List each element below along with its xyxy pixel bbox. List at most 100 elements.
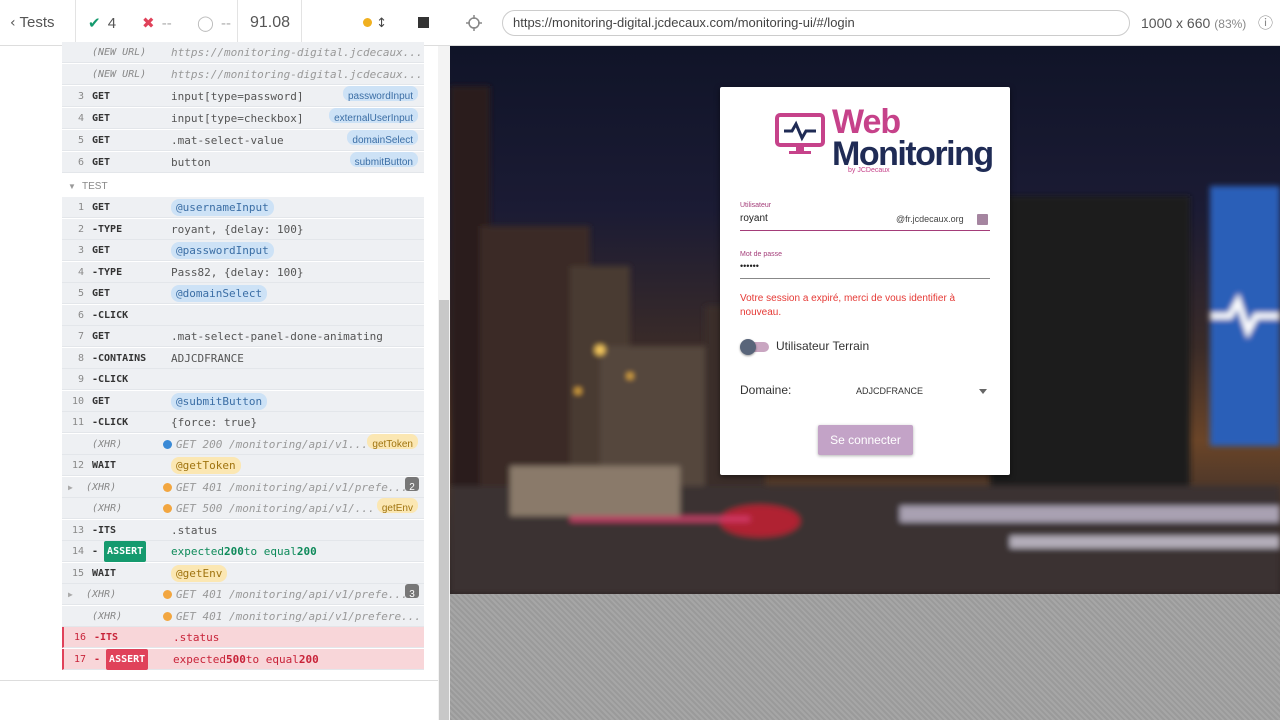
username-value: royant [740, 213, 768, 224]
command-row[interactable]: 3 GET @passwordInput [62, 240, 424, 261]
command-name: (XHR) [86, 481, 117, 493]
command-row[interactable]: 2 -TYPE royant, {delay: 100} [62, 218, 424, 240]
command-row[interactable]: (NEW URL) https://monitoring-digital.jcde… [62, 64, 424, 85]
expand-caret-icon[interactable]: ▶ [68, 584, 73, 605]
xhr-status-dot-icon [163, 590, 172, 599]
alias-chip[interactable]: @getEnv [171, 564, 228, 582]
command-row[interactable]: (NEW URL) https://monitoring-digital.jcde… [62, 42, 424, 63]
command-row[interactable]: 6 -CLICK [62, 304, 424, 326]
command-row[interactable]: 14- ASSERT expected200to equal200 [62, 541, 424, 562]
url-bar[interactable]: https://monitoring-digital.jcdecaux.com/… [502, 10, 1130, 36]
command-number: 5 [77, 135, 84, 146]
xhr-status-dot-icon [163, 439, 172, 449]
command-message: .mat-select-value [171, 134, 284, 147]
more-icon[interactable]: ⓘ [1258, 0, 1273, 46]
alias-chip[interactable]: @domainSelect [171, 285, 268, 302]
command-number: 17 [73, 653, 86, 665]
password-field[interactable]: •••••• [740, 261, 759, 271]
stop-button[interactable] [418, 0, 429, 46]
xhr-log-row[interactable]: ▶ (XHR) GET 401 /monitoring/api/v1/prefe..… [62, 584, 424, 605]
command-row[interactable]: 11 -CLICK {force: true} [62, 412, 424, 433]
crosshair-icon[interactable] [465, 14, 483, 32]
alias-badge: submitButton [349, 152, 418, 168]
command-number: 14 [71, 546, 84, 557]
stats-bar: ‹ Tests ✔ 4 ✖ -- ◯ -- 91.08 ↕ [0, 0, 450, 46]
command-row[interactable]: 5 GET @domainSelect [62, 283, 424, 304]
tests-button[interactable]: ‹ Tests [10, 0, 55, 46]
command-row[interactable]: 8 -CONTAINS ADJCDFRANCE [62, 347, 424, 369]
assert-part: expected [171, 545, 224, 558]
command-message: ADJCDFRANCE [171, 351, 244, 365]
xhr-text: GET 401 /monitoring/api/v1/prefere... [176, 609, 422, 623]
command-row[interactable]: 15 WAIT @getEnv [62, 562, 424, 584]
command-number: 8 [77, 352, 84, 364]
command-message: button [171, 156, 211, 169]
assert-part: 200 [296, 545, 317, 558]
command-name: -CONTAINS [92, 352, 147, 364]
command-number: 5 [77, 288, 84, 299]
command-name: -ITS [94, 632, 119, 643]
alias-chip[interactable]: @usernameInput [171, 199, 274, 216]
passed-count: ✔ 4 [88, 14, 117, 32]
chevron-down-icon[interactable] [979, 389, 987, 394]
command-name: (NEW URL) [92, 47, 147, 58]
domain-select[interactable]: ADJCDFRANCE [856, 386, 923, 396]
command-row[interactable]: 9 -CLICK [62, 369, 424, 390]
submit-button[interactable]: Se connecter [818, 425, 913, 455]
command-message: input[type=checkbox] [171, 112, 304, 125]
command-row[interactable]: 1 GET @usernameInput [62, 197, 424, 218]
terrain-toggle-knob[interactable] [740, 339, 756, 355]
alias-chip[interactable]: @getToken [171, 457, 241, 474]
xhr-log-row[interactable]: (XHR) GET 500 /monitoring/api/v1/... getEn… [62, 498, 424, 519]
alias-chip[interactable]: @passwordInput [171, 242, 274, 259]
command-row[interactable]: 10 GET @submitButton [62, 390, 424, 412]
command-message: expected200to equal200 [171, 541, 317, 562]
command-row[interactable]: 13 -ITS .status [62, 519, 424, 541]
assert-part: to equal [243, 545, 297, 558]
scrollbar-thumb[interactable] [439, 300, 449, 720]
command-row[interactable]: 4 GET input[type=checkbox] externalUserInpu… [62, 108, 424, 129]
terrain-toggle-label: Utilisateur Terrain [776, 339, 870, 353]
command-message: GET 200 /monitoring/api/v1... [163, 434, 368, 455]
alias-badge: getToken [367, 433, 418, 450]
command-row[interactable]: 3 GET input[type=password] passwordInput [62, 86, 424, 107]
xhr-text: GET 401 /monitoring/api/v1/prefe... [176, 588, 408, 601]
status-dot-icon [363, 18, 372, 27]
command-name: GET [92, 331, 111, 342]
auto-scroll-toggle[interactable]: ↕ [363, 0, 387, 46]
username-suffix: @fr.jcdecaux.org [896, 214, 964, 224]
password-label: Mot de passe [740, 251, 783, 258]
expand-caret-icon[interactable]: ▶ [68, 477, 73, 498]
command-row[interactable]: 6 GET button submitButton [62, 152, 424, 173]
aut-iframe: Web Monitoring by JCDecaux Utilisateur r… [450, 46, 1280, 594]
command-name: GET [92, 395, 111, 407]
domain-label: Domaine: [740, 383, 792, 397]
command-name: GET [92, 113, 111, 124]
command-message: https://monitoring-digital.jcdecaux... [171, 68, 423, 81]
command-name: -CLICK [92, 309, 129, 321]
username-label: Utilisateur [740, 202, 772, 209]
xhr-log-row[interactable]: (XHR) GET 401 /monitoring/api/v1/prefere.… [62, 605, 424, 627]
command-name: - ASSERT [94, 648, 149, 670]
command-row[interactable]: 12 WAIT @getToken [62, 455, 424, 476]
command-number: 12 [71, 460, 84, 471]
username-field[interactable]: royant @fr.jcdecaux.org [740, 211, 990, 229]
alias-chip[interactable]: @submitButton [171, 392, 268, 410]
command-message: {force: true} [171, 416, 258, 429]
command-number: 3 [77, 245, 84, 256]
command-name: GET [92, 202, 111, 213]
command-row[interactable]: 7 GET .mat-select-panel-done-animating [62, 326, 424, 347]
monitor-pulse-icon [775, 113, 825, 160]
command-number: 9 [77, 374, 84, 385]
command-name: -CLICK [92, 374, 129, 385]
command-number: 2 [77, 223, 84, 235]
assert-part: expected [173, 652, 226, 666]
xhr-log-row[interactable]: ▶ (XHR) GET 401 /monitoring/api/v1/prefe..… [62, 476, 424, 498]
command-row[interactable]: 5 GET .mat-select-value domainSelect [62, 130, 424, 151]
command-message: .mat-select-panel-done-animating [171, 330, 383, 343]
command-row[interactable]: 17 - ASSERT expected500to equal200 [62, 648, 424, 670]
command-row[interactable]: 16 -ITS .status [62, 627, 424, 648]
test-title[interactable]: ▼ TEST [62, 176, 424, 197]
xhr-log-row[interactable]: (XHR) GET 200 /monitoring/api/v1... getTok… [62, 433, 424, 455]
command-row[interactable]: 4 -TYPE Pass82, {delay: 100} [62, 261, 424, 283]
